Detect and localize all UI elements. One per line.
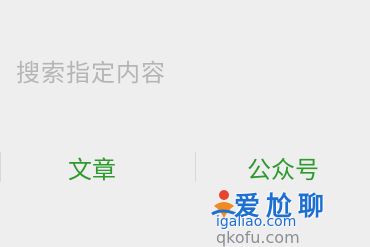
search-input[interactable]: 搜索指定内容	[16, 56, 166, 90]
watermark: 爱尬聊 igaliao.com qkofu.com	[206, 184, 370, 247]
category-articles-button[interactable]: 文章	[0, 138, 184, 196]
watermark-domain-secondary: qkofu.com	[216, 228, 300, 247]
search-area[interactable]: 搜索指定内容	[0, 0, 370, 120]
